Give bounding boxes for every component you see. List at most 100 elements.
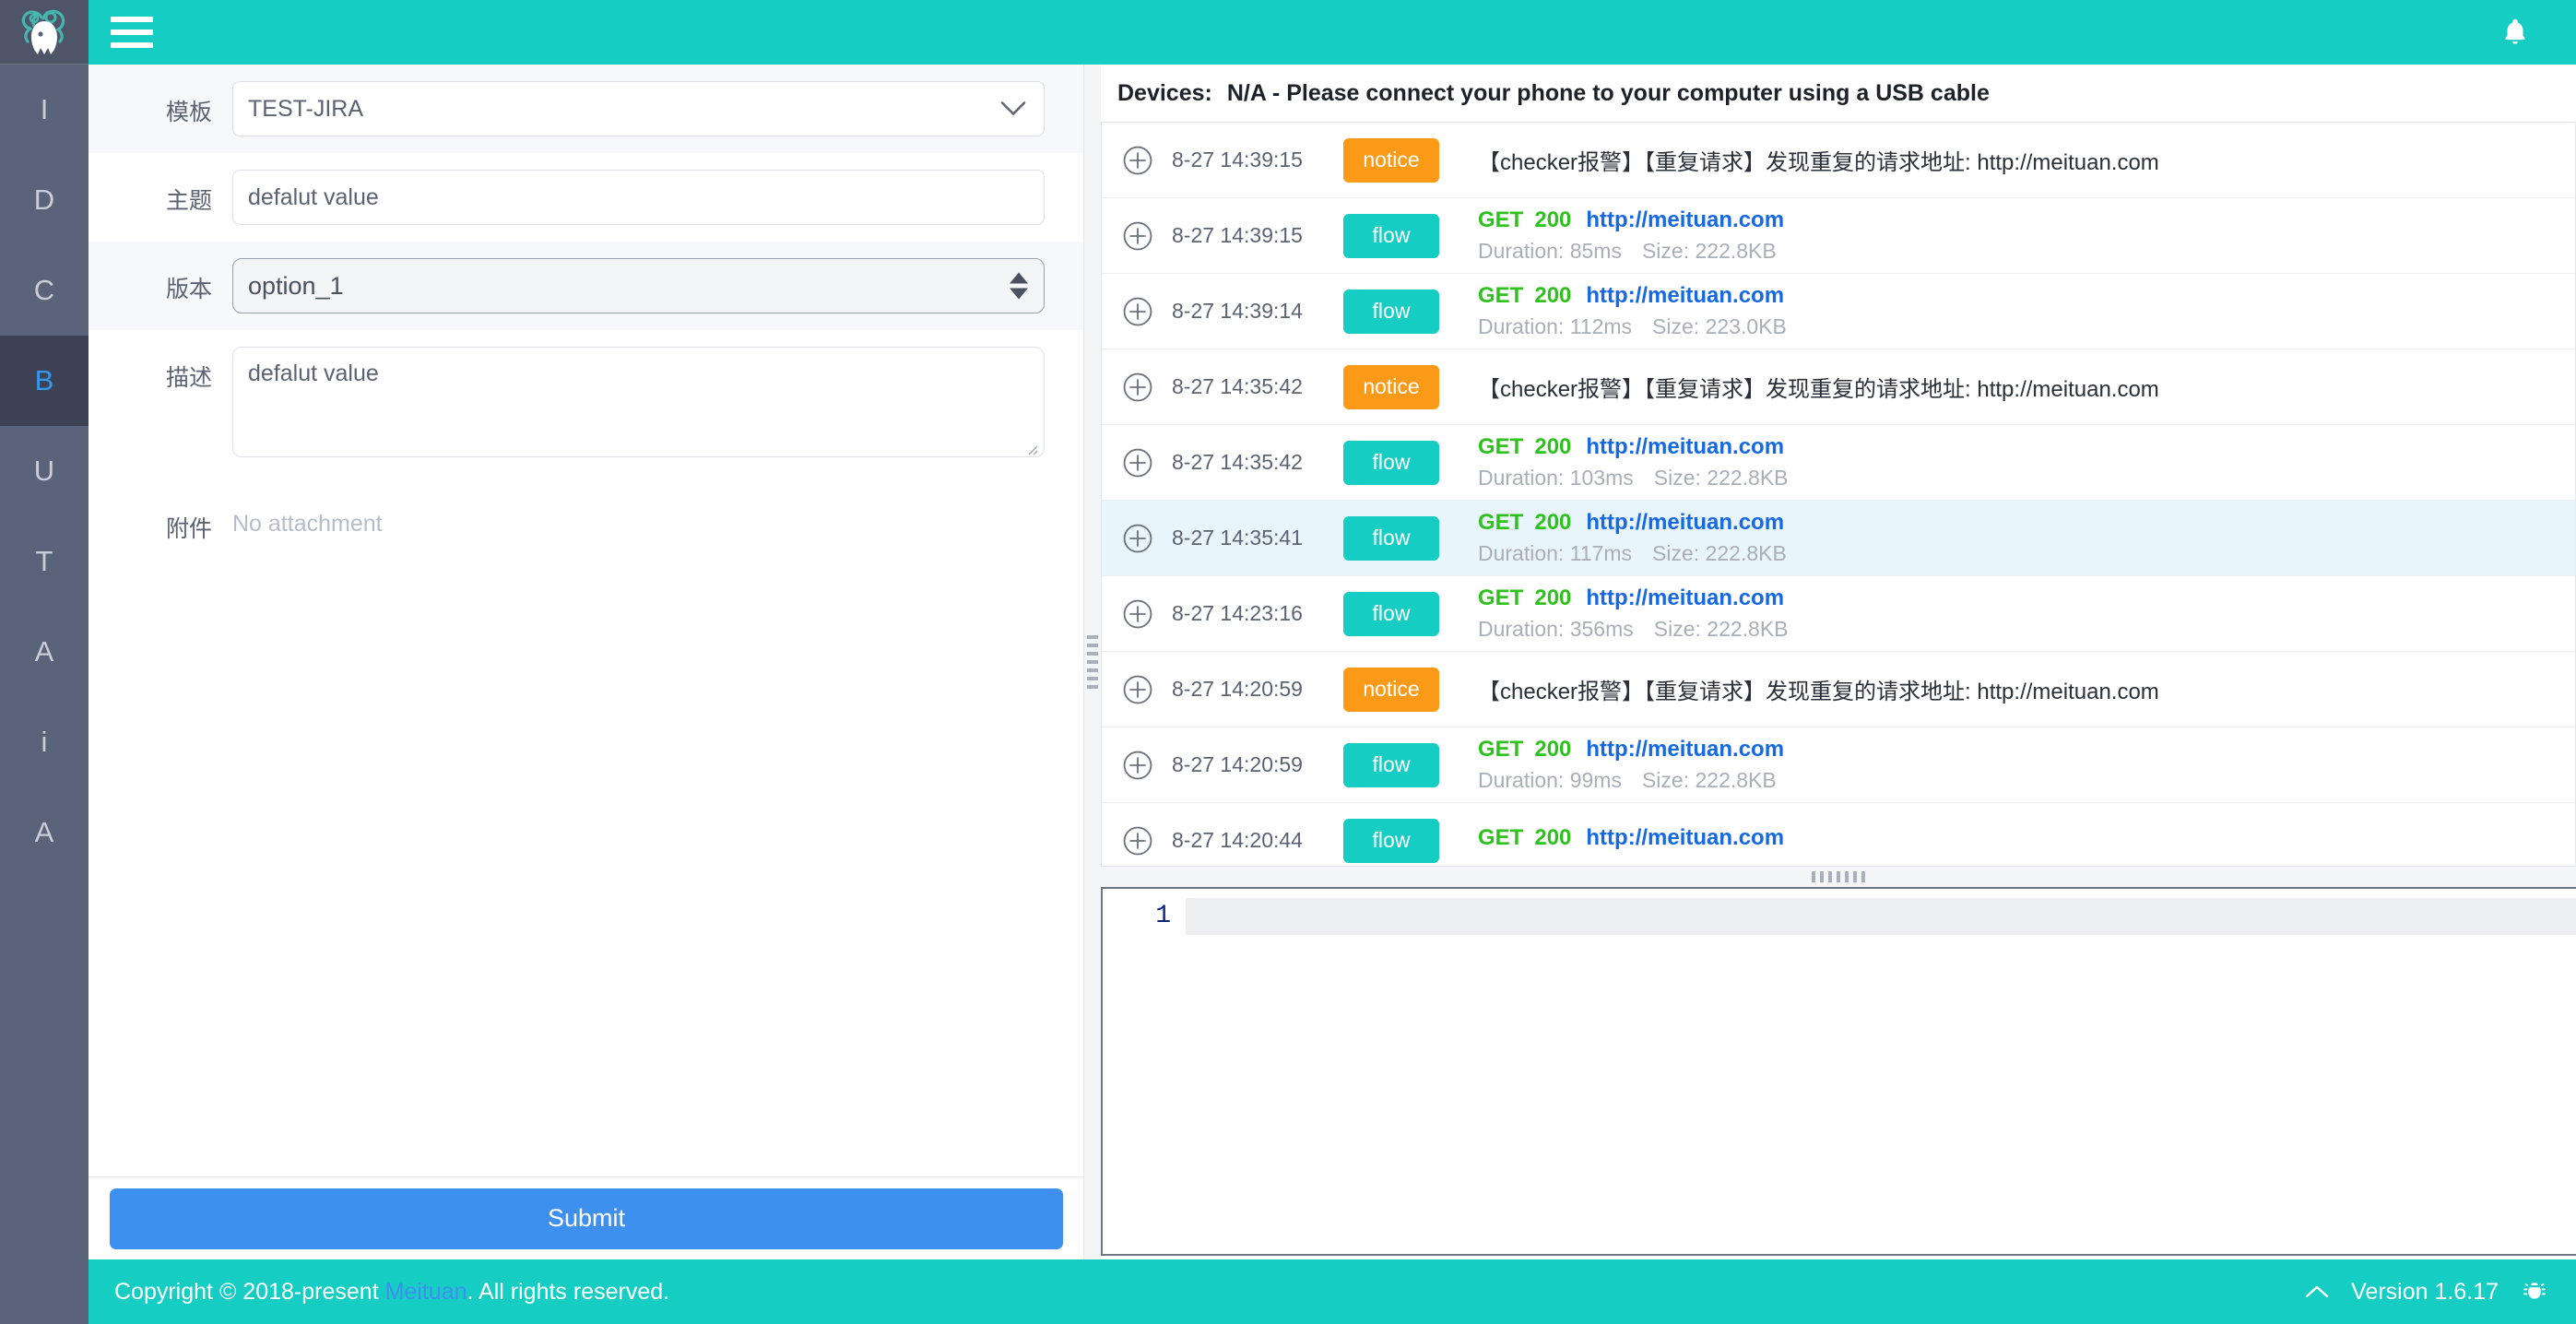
- http-status: 200: [1534, 824, 1572, 850]
- request-url[interactable]: http://meituan.com: [1586, 737, 1784, 762]
- grip-line: [1837, 871, 1840, 882]
- sidebar-item-label: T: [35, 545, 53, 577]
- bell-icon: [2505, 18, 2525, 44]
- sidebar-item-label: A: [34, 816, 54, 848]
- flow-summary-line: GET 200 http://meituan.com: [1478, 510, 2575, 536]
- request-url[interactable]: http://meituan.com: [1586, 585, 1784, 610]
- request-url[interactable]: http://meituan.com: [1586, 510, 1784, 535]
- request-type-tag: notice: [1343, 137, 1439, 183]
- version-select-wrap[interactable]: option_1: [232, 258, 1045, 313]
- request-row[interactable]: 8-27 14:23:16 flow GET 200 http://meituan.co…: [1102, 576, 2575, 652]
- form-row-attachment: 附件 No attachment: [89, 487, 1083, 561]
- request-url[interactable]: http://meituan.com: [1586, 283, 1784, 308]
- subject-input[interactable]: [232, 170, 1045, 225]
- request-row[interactable]: 8-27 14:35:42 notice 【checker报警】【重复请求】发现重复…: [1102, 349, 2575, 425]
- expand-plus-icon[interactable]: [1122, 825, 1153, 857]
- sidebar-item-c[interactable]: C: [0, 245, 89, 336]
- grip-line: [1087, 668, 1098, 672]
- editor-code-area[interactable]: [1186, 889, 2576, 1254]
- editor-active-line: [1186, 898, 2576, 935]
- sidebar-item-i[interactable]: I: [0, 65, 89, 155]
- request-type-tag: flow: [1343, 742, 1439, 787]
- expand-plus-icon[interactable]: [1122, 750, 1153, 781]
- devices-label: Devices:: [1117, 79, 1212, 106]
- http-method: GET: [1478, 585, 1524, 610]
- request-url[interactable]: http://meituan.com: [1586, 434, 1784, 459]
- collapse-toggle-button[interactable]: [2305, 1284, 2329, 1299]
- expand-plus-icon[interactable]: [1122, 220, 1153, 252]
- sidebar-item-d[interactable]: D: [0, 155, 89, 245]
- vertical-splitter-handle[interactable]: [1084, 65, 1101, 1259]
- attachment-field-col: No attachment: [232, 503, 1083, 538]
- flow-metrics-line: Duration: 99ms Size: 222.8KB: [1478, 768, 2575, 793]
- request-row[interactable]: 8-27 14:20:59 notice 【checker报警】【重复请求】发现重复…: [1102, 652, 2575, 727]
- request-row[interactable]: 8-27 14:39:14 flow GET 200 http://meituan.co…: [1102, 274, 2575, 349]
- issue-form-panel: 模板 主题 版本: [89, 65, 1084, 1259]
- horizontal-splitter-handle[interactable]: [1101, 867, 2576, 887]
- grip-line: [1087, 635, 1098, 639]
- request-row[interactable]: 8-27 14:20:44 flow GET 200 http://meituan.co…: [1102, 803, 2575, 866]
- form-row-version: 版本 option_1: [89, 242, 1083, 330]
- expand-plus-icon[interactable]: [1122, 447, 1153, 479]
- request-row[interactable]: 8-27 14:35:41 flow GET 200 http://meituan.co…: [1102, 501, 2575, 576]
- expand-plus-icon[interactable]: [1122, 598, 1153, 630]
- request-type-tag: flow: [1343, 818, 1439, 863]
- template-select-wrap[interactable]: [232, 81, 1045, 136]
- grip-line: [1853, 871, 1857, 882]
- expand-plus-icon[interactable]: [1122, 523, 1153, 554]
- sidebar-item-i2[interactable]: i: [0, 697, 89, 787]
- expand-plus-icon[interactable]: [1122, 296, 1153, 327]
- version-select[interactable]: option_1: [232, 258, 1045, 313]
- request-row[interactable]: 8-27 14:39:15 notice 【checker报警】【重复请求】发现重复…: [1102, 123, 2575, 198]
- bug-report-button[interactable]: [2521, 1278, 2548, 1306]
- description-textarea[interactable]: [232, 347, 1045, 457]
- sidebar-item-b[interactable]: B: [0, 336, 89, 426]
- top-header: [89, 0, 2576, 65]
- request-url[interactable]: http://meituan.com: [1586, 825, 1784, 850]
- hamburger-bar: [111, 30, 153, 35]
- form-row-template: 模板: [89, 65, 1083, 153]
- sidebar-item-u[interactable]: U: [0, 426, 89, 516]
- flow-summary-line: GET 200 http://meituan.com: [1478, 207, 2575, 233]
- request-list[interactable]: 8-27 14:39:15 notice 【checker报警】【重复请求】发现重复…: [1101, 122, 2576, 867]
- expand-plus-icon[interactable]: [1122, 145, 1153, 176]
- sidebar-item-label: I: [40, 93, 49, 125]
- footer-right-group: Version 1.6.17: [2305, 1278, 2548, 1306]
- request-row[interactable]: 8-27 14:20:59 flow GET 200 http://meituan.co…: [1102, 727, 2575, 803]
- request-row[interactable]: 8-27 14:39:15 flow GET 200 http://meituan.co…: [1102, 198, 2575, 274]
- sidebar-item-t[interactable]: T: [0, 516, 89, 607]
- request-timestamp: 8-27 14:20:59: [1172, 752, 1303, 776]
- hamburger-icon[interactable]: [111, 17, 153, 48]
- chevron-up-icon: [2305, 1285, 2329, 1298]
- app-logo[interactable]: [0, 0, 89, 65]
- template-select-input[interactable]: [232, 81, 1045, 136]
- version-label: Version 1.6.17: [2351, 1278, 2499, 1305]
- request-url[interactable]: http://meituan.com: [1586, 207, 1784, 232]
- expand-plus-icon[interactable]: [1122, 372, 1153, 403]
- http-method: GET: [1478, 737, 1524, 762]
- sidebar-item-label: A: [34, 635, 54, 668]
- sidebar-item-a2[interactable]: A: [0, 787, 89, 878]
- request-list-body: 8-27 14:39:15 notice 【checker报警】【重复请求】发现重复…: [1102, 123, 2575, 866]
- flow-metrics-line: Duration: 356ms Size: 222.8KB: [1478, 617, 2575, 642]
- brand-link[interactable]: Meituan: [385, 1279, 467, 1305]
- code-editor[interactable]: 1: [1101, 887, 2576, 1256]
- notification-bell-button[interactable]: [2495, 12, 2535, 53]
- attachment-value: No attachment: [232, 511, 383, 537]
- sidebar-item-a1[interactable]: A: [0, 607, 89, 697]
- grip-line: [1087, 685, 1098, 689]
- request-row[interactable]: 8-27 14:35:42 flow GET 200 http://meituan.co…: [1102, 425, 2575, 501]
- version-field-col: option_1: [232, 258, 1083, 313]
- expand-plus-icon[interactable]: [1122, 674, 1153, 705]
- submit-button[interactable]: Submit: [110, 1188, 1063, 1249]
- sidebar-item-label: B: [34, 364, 54, 396]
- network-panel: Devices: N/A - Please connect your phone…: [1101, 65, 2576, 1259]
- request-size: Size: 223.0KB: [1652, 314, 1787, 338]
- http-method: GET: [1478, 283, 1524, 308]
- request-type-tag: notice: [1343, 667, 1439, 712]
- request-duration: Duration: 112ms: [1478, 314, 1633, 338]
- request-size: Size: 222.8KB: [1641, 768, 1777, 792]
- footer-bar: Copyright © 2018-present Meituan. All ri…: [89, 1259, 2576, 1324]
- subject-label: 主题: [165, 188, 212, 214]
- request-content: GET 200 http://meituan.com Duration: 85ms Si…: [1478, 207, 2575, 264]
